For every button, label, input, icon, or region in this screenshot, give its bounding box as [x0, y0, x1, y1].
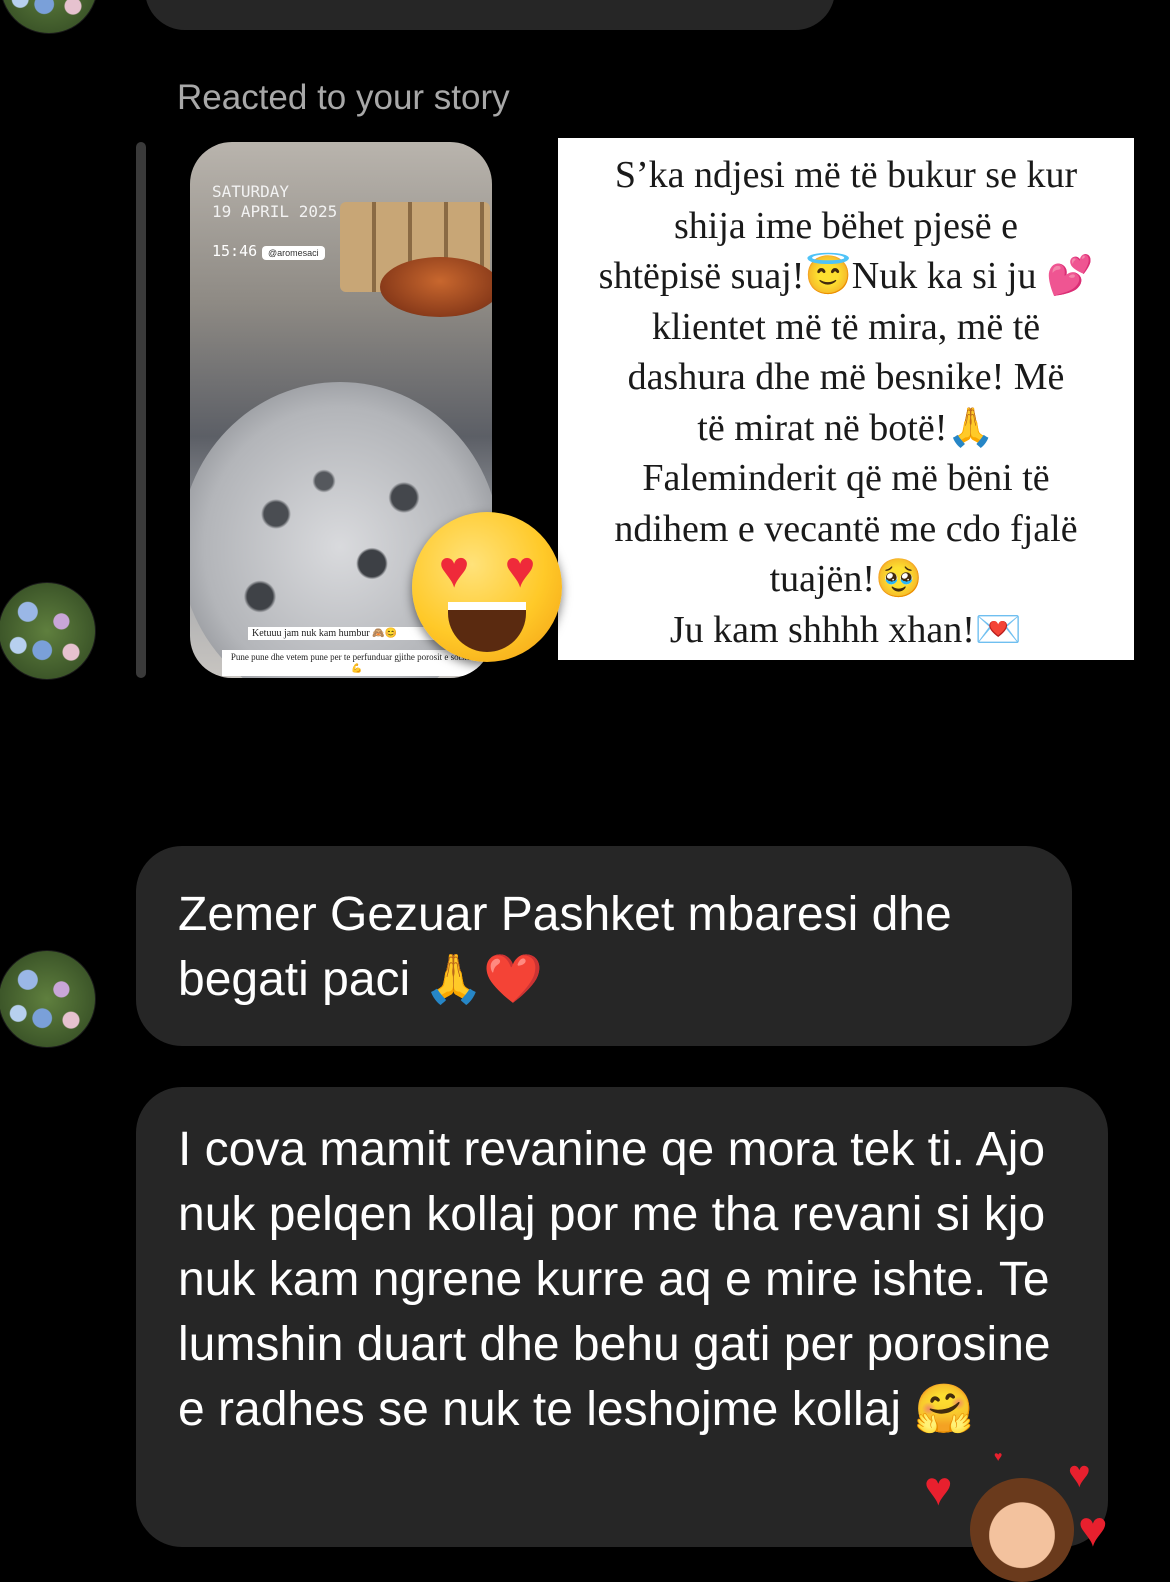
story-card-line: shtëpisë suaj!😇Nuk ka si ju 💕 [598, 255, 1094, 297]
message-text: I cova mamit revanine qe mora tek ti. Aj… [178, 1123, 1051, 1436]
reply-quote-bar [136, 142, 146, 678]
message-bubble[interactable]: Zemer Gezuar Pashket mbaresi dhe begati … [136, 846, 1072, 1046]
story-reply-label: Reacted to your story [177, 78, 510, 117]
story-card-line: shija ime bëhet pjesë e [674, 204, 1018, 247]
story-photo-bowl [380, 257, 492, 317]
smile-mouth [448, 602, 526, 652]
story-time: 15:46 [212, 242, 258, 260]
memoji-icon [970, 1478, 1074, 1582]
message-text: Zemer Gezuar Pashket mbaresi dhe begati … [178, 888, 952, 1006]
sender-avatar-top[interactable] [0, 0, 98, 34]
heart-icon: ♥ [1068, 1454, 1091, 1496]
story-card-line: S’ka ndjesi më të bukur se kur [614, 154, 1078, 196]
sender-avatar[interactable] [0, 950, 96, 1048]
story-text-card[interactable]: S’ka ndjesi më të bukur se kur shija ime… [558, 138, 1134, 660]
heart-icon: ♥ [924, 1463, 953, 1516]
story-card-line: klientet më të mira, më të [651, 305, 1041, 348]
story-card-line: tuajën!🥹 [769, 558, 923, 600]
heart-icon: ♥ [438, 541, 470, 599]
story-caption-2: Pune pune dhe vetem pune per te perfundu… [222, 650, 492, 676]
story-card-line: ndihem e vecantë me cdo fjalë [614, 507, 1078, 550]
heart-icon: ♥ [504, 541, 536, 599]
heart-icon: ♥ [994, 1448, 1003, 1464]
story-date: SATURDAY 19 APRIL 2025 [212, 182, 338, 221]
story-card-line: të mirat në botë!🙏 [697, 406, 995, 449]
story-card-line: Faleminderit që më bëni të [642, 457, 1050, 499]
heart-eyes-emoji-icon: ♥ ♥ [412, 512, 562, 662]
story-card-line: Ju kam shhhh xhan!💌 [669, 608, 1023, 651]
story-card-line: dashura dhe më besnike! Më [627, 356, 1065, 398]
story-mention-tag: @aromesaci [262, 246, 325, 260]
heart-icon: ♥ [1078, 1501, 1108, 1557]
sender-avatar[interactable] [0, 582, 96, 680]
previous-message-bubble[interactable] [145, 0, 835, 30]
